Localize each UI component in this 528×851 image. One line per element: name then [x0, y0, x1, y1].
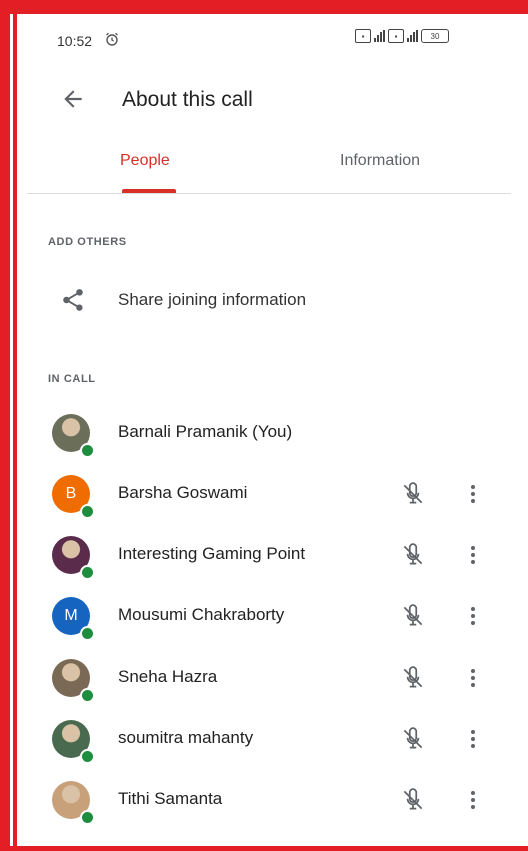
participant-name: Mousumi Chakraborty: [118, 605, 285, 624]
volte-icon: ▪: [355, 29, 371, 43]
tab-divider: [27, 193, 511, 194]
red-border-bottom: [0, 846, 528, 851]
mic-off-icon[interactable]: [400, 787, 426, 813]
more-options-icon[interactable]: [466, 787, 480, 813]
section-in-call: IN CALL: [48, 373, 96, 385]
participant-name: Interesting Gaming Point: [118, 544, 306, 563]
participant-name: Tithi Samanta: [118, 789, 223, 808]
mic-off-icon[interactable]: [400, 665, 426, 691]
volte-icon-2: ▪: [388, 29, 404, 43]
participant-row[interactable]: B Barsha Goswami: [0, 471, 511, 527]
participant-name: Sneha Hazra: [118, 667, 218, 686]
online-status-dot: [80, 504, 95, 519]
online-status-dot: [80, 810, 95, 825]
status-time: 10:52: [57, 33, 93, 49]
mic-off-icon[interactable]: [400, 542, 426, 568]
participant-row[interactable]: M Mousumi Chakraborty: [0, 593, 511, 649]
online-status-dot: [80, 749, 95, 764]
tab-people[interactable]: People: [120, 152, 170, 170]
online-status-dot: [80, 565, 95, 580]
share-icon[interactable]: [60, 286, 86, 314]
share-joining-info-link[interactable]: Share joining information: [118, 290, 306, 310]
battery-icon: 30: [421, 29, 449, 43]
status-icons: ▪ ▪ 30: [355, 29, 449, 43]
participant-row[interactable]: Sneha Hazra: [0, 655, 511, 711]
more-options-icon[interactable]: [466, 481, 480, 507]
tab-information[interactable]: Information: [340, 152, 420, 170]
more-options-icon[interactable]: [466, 542, 480, 568]
mic-off-icon[interactable]: [400, 481, 426, 507]
more-options-icon[interactable]: [466, 665, 480, 691]
arrow-back-icon: [64, 90, 82, 108]
alarm-icon: [105, 32, 119, 49]
participant-name: soumitra mahanty: [118, 728, 254, 747]
participant-row[interactable]: Interesting Gaming Point: [0, 532, 511, 588]
more-options-icon[interactable]: [466, 603, 480, 629]
signal-icon-2: [407, 30, 418, 42]
mic-off-icon[interactable]: [400, 603, 426, 629]
red-border-top: [0, 0, 528, 14]
mic-off-icon[interactable]: [400, 726, 426, 752]
participant-row[interactable]: soumitra mahanty: [0, 716, 511, 772]
participant-name: Barsha Goswami: [118, 483, 248, 502]
page-title: About this call: [122, 88, 253, 111]
participant-row[interactable]: Tithi Samanta: [0, 777, 511, 833]
participant-row[interactable]: Barnali Pramanik (You): [0, 410, 511, 466]
section-add-others: ADD OTHERS: [48, 236, 127, 248]
online-status-dot: [80, 688, 95, 703]
more-options-icon[interactable]: [466, 726, 480, 752]
participant-name: Barnali Pramanik (You): [118, 422, 293, 441]
online-status-dot: [80, 626, 95, 641]
online-status-dot: [80, 443, 95, 458]
back-button[interactable]: [60, 86, 86, 112]
signal-icon: [374, 30, 385, 42]
